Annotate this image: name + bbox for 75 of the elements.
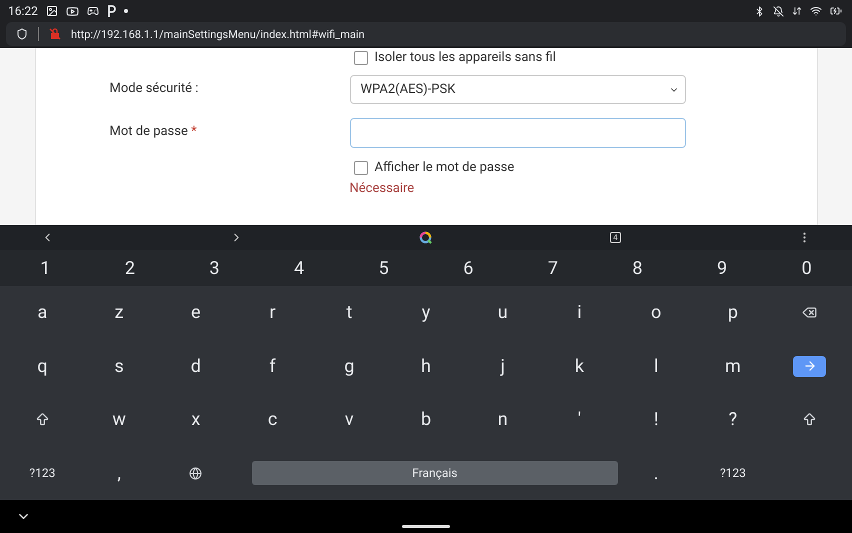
- checkbox-row[interactable]: Afficher le mot de passe: [354, 160, 686, 175]
- key[interactable]: .: [648, 460, 665, 486]
- gamepad-icon: [86, 5, 99, 17]
- key[interactable]: n: [492, 407, 514, 432]
- key[interactable]: q: [31, 354, 54, 379]
- security-mode-select[interactable]: WPA2(AES)-PSK: [350, 75, 686, 104]
- url-text: http://192.168.1.1/mainSettingsMenu/index.html#wifi_main: [71, 28, 365, 40]
- checkbox[interactable]: [354, 50, 368, 64]
- insecure-lock-icon[interactable]: [49, 28, 61, 40]
- key[interactable]: h: [415, 354, 437, 379]
- colorful-ring-icon[interactable]: [419, 231, 432, 244]
- number-key[interactable]: 9: [711, 256, 734, 280]
- key[interactable]: z: [108, 300, 130, 326]
- key[interactable]: j: [494, 354, 511, 379]
- key[interactable]: a: [31, 300, 54, 326]
- key[interactable]: e: [185, 300, 207, 326]
- video-icon: [66, 4, 79, 18]
- key[interactable]: w: [106, 407, 132, 432]
- number-key[interactable]: 6: [457, 256, 480, 280]
- p-letter-icon: [106, 5, 116, 17]
- bluetooth-icon: [754, 6, 765, 16]
- number-key[interactable]: 7: [542, 256, 564, 280]
- globe-icon[interactable]: [187, 464, 204, 482]
- number-key[interactable]: 3: [203, 256, 226, 280]
- field-label: Mot de passe *: [110, 123, 198, 141]
- home-handle[interactable]: [402, 525, 450, 528]
- number-key[interactable]: 5: [372, 256, 395, 280]
- bell-off-icon: [773, 6, 784, 16]
- space-key[interactable]: Français: [252, 461, 618, 486]
- number-key[interactable]: 2: [118, 256, 141, 280]
- password-field[interactable]: [350, 118, 686, 148]
- image-icon: [46, 5, 58, 17]
- number-key[interactable]: 8: [626, 256, 649, 280]
- key[interactable]: b: [414, 407, 438, 432]
- number-key[interactable]: 0: [796, 256, 818, 280]
- number-key[interactable]: 1: [34, 256, 56, 280]
- key[interactable]: p: [722, 300, 744, 326]
- key[interactable]: ,: [111, 460, 127, 486]
- key[interactable]: m: [719, 354, 747, 379]
- key[interactable]: t: [340, 300, 358, 326]
- arrow-right-icon: [802, 359, 817, 374]
- key[interactable]: f: [263, 354, 282, 379]
- field-label: Mode sécurité :: [110, 80, 200, 98]
- checkbox-label: Afficher le mot de passe: [374, 160, 514, 175]
- key[interactable]: u: [492, 300, 514, 326]
- key[interactable]: d: [184, 354, 207, 379]
- key[interactable]: ': [572, 407, 588, 432]
- key[interactable]: y: [416, 300, 436, 326]
- battery-icon: [830, 5, 842, 17]
- key[interactable]: g: [338, 354, 360, 379]
- checkbox-row[interactable]: Isoler tous les appareils sans fil: [354, 50, 686, 65]
- error-message: Nécessaire: [350, 181, 416, 196]
- key[interactable]: i: [571, 300, 588, 326]
- shield-icon[interactable]: [16, 28, 28, 40]
- key[interactable]: k: [568, 354, 590, 379]
- key[interactable]: v: [338, 407, 360, 432]
- key[interactable]: !: [648, 407, 664, 432]
- clock: 16:22: [8, 4, 38, 18]
- enter-key[interactable]: [793, 356, 826, 377]
- key[interactable]: s: [108, 354, 130, 379]
- key[interactable]: ?123: [23, 464, 62, 482]
- key[interactable]: o: [645, 300, 668, 326]
- tab-count[interactable]: 4: [610, 232, 621, 243]
- key[interactable]: l: [648, 354, 664, 379]
- key[interactable]: c: [262, 407, 284, 432]
- address-bar[interactable]: http://192.168.1.1/mainSettingsMenu/index.html#wifi_main: [6, 22, 846, 46]
- checkbox-label: Isoler tous les appareils sans fil: [374, 50, 556, 65]
- key[interactable]: ?: [722, 407, 744, 432]
- key[interactable]: ?123: [714, 464, 752, 482]
- data-arrows-icon: [792, 6, 802, 16]
- number-key[interactable]: 4: [288, 256, 310, 280]
- key[interactable]: x: [185, 407, 206, 432]
- dot-icon: [124, 9, 128, 13]
- checkbox[interactable]: [354, 160, 368, 174]
- key[interactable]: r: [263, 300, 282, 326]
